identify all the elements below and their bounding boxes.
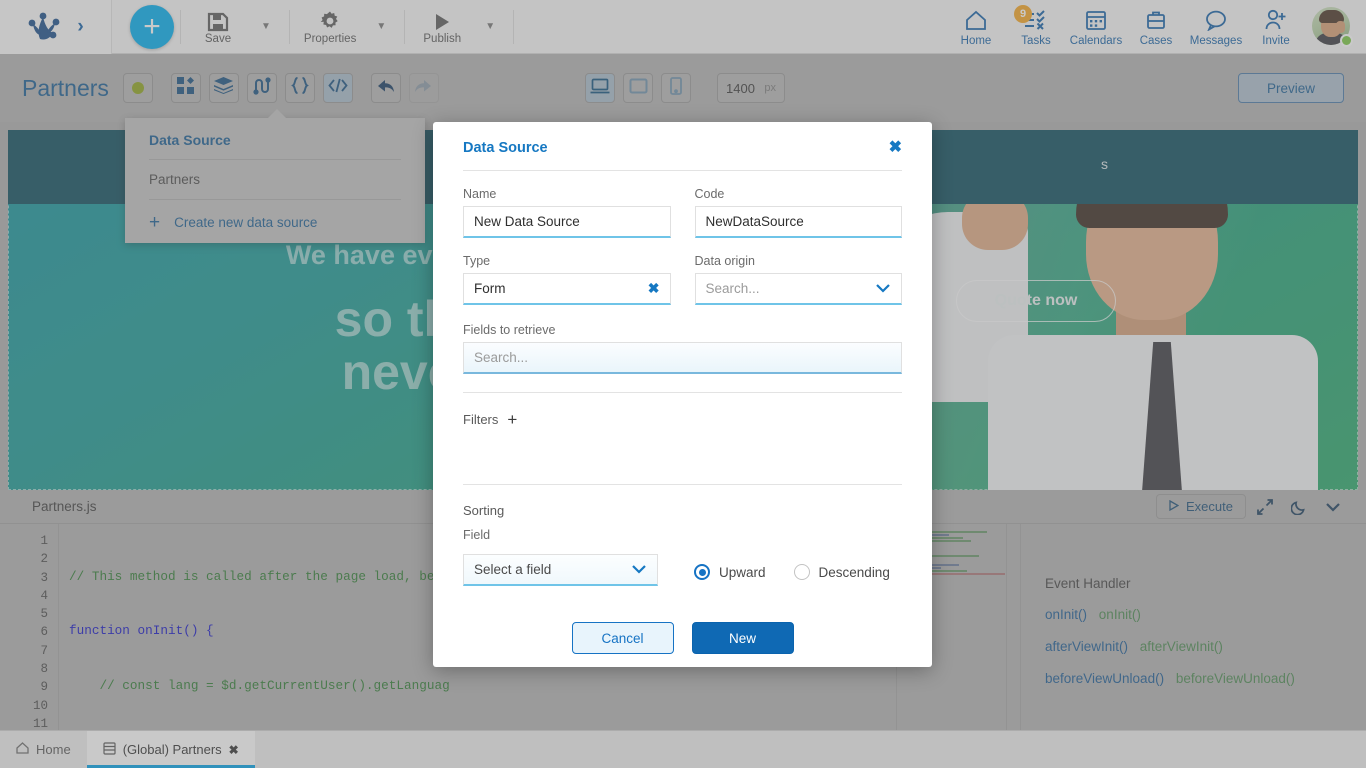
code-value: NewDataSource [705, 214, 804, 229]
type-field-group: Type Form ✖ [463, 254, 671, 305]
fields-to-retrieve-group: Fields to retrieve Search... [463, 323, 902, 374]
chevron-down-icon[interactable] [631, 563, 647, 577]
fields-placeholder: Search... [474, 350, 529, 365]
close-icon[interactable]: ✖ [889, 140, 902, 156]
divider [463, 484, 902, 485]
modal-title: Data Source [463, 140, 548, 156]
name-label: Name [463, 187, 497, 201]
data-origin-placeholder: Search... [705, 281, 760, 296]
sort-field-select[interactable]: Select a field [463, 554, 658, 586]
divider [463, 392, 902, 393]
filters-section: Filters + [463, 411, 902, 428]
radio-descending[interactable]: Descending [793, 564, 890, 580]
chevron-down-icon[interactable] [875, 282, 891, 296]
app-root: › + Save ▼ Properties ▼ Publish ▼ Home 9… [0, 0, 1366, 768]
type-label: Type [463, 254, 491, 268]
sorting-controls: Select a field Upward Descending [463, 554, 902, 586]
new-label: New [728, 630, 756, 646]
fields-to-retrieve-input[interactable]: Search... [463, 342, 902, 374]
clear-icon[interactable]: ✖ [648, 280, 660, 297]
name-code-row: Name New Data Source Code NewDataSource [463, 187, 902, 238]
sort-direction-radios: Upward Descending [694, 564, 890, 586]
type-value: Form [474, 281, 506, 296]
add-filter-icon[interactable]: + [507, 411, 517, 428]
sort-field-value: Select a field [474, 562, 552, 577]
name-input[interactable]: New Data Source [463, 206, 671, 238]
radio-upward-indicator [694, 564, 710, 580]
name-value: New Data Source [474, 214, 580, 229]
data-origin-select[interactable]: Search... [694, 273, 902, 305]
data-origin-label: Data origin [694, 254, 755, 268]
radio-descending-label: Descending [818, 564, 890, 580]
type-origin-row: Type Form ✖ Data origin Search... [463, 254, 902, 305]
fields-to-retrieve-label: Fields to retrieve [463, 323, 556, 337]
sorting-label: Sorting [463, 503, 505, 518]
code-input[interactable]: NewDataSource [694, 206, 902, 238]
filters-label: Filters [463, 412, 499, 427]
name-field-group: Name New Data Source [463, 187, 671, 238]
type-select[interactable]: Form ✖ [463, 273, 671, 305]
radio-upward-label: Upward [719, 564, 766, 580]
code-label: Code [694, 187, 725, 201]
sort-field-label: Field [463, 528, 491, 542]
new-button[interactable]: New [691, 622, 794, 654]
radio-descending-indicator [793, 564, 810, 580]
radio-upward[interactable]: Upward [694, 564, 766, 580]
data-origin-field-group: Data origin Search... [694, 254, 902, 305]
modal-header: Data Source ✖ [463, 122, 902, 171]
data-source-modal: Data Source ✖ Name New Data Source Code … [433, 122, 932, 667]
cancel-label: Cancel [601, 630, 644, 646]
modal-footer: Cancel New [463, 622, 902, 654]
cancel-button[interactable]: Cancel [571, 622, 674, 654]
code-field-group: Code NewDataSource [694, 187, 902, 238]
